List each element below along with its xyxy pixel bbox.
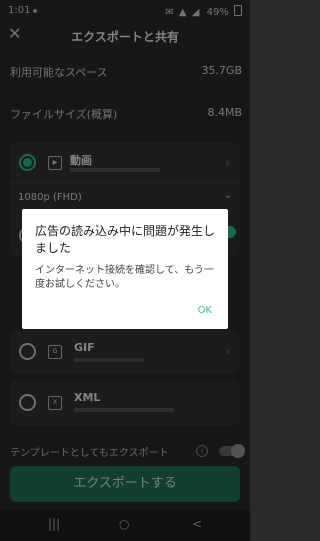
error-dialog: 広告の読み込み中に問題が発生しました インターネット接続を確認して、もう一度お試… [22,209,228,329]
dialog-message: インターネット接続を確認して、もう一度お試しください。 [35,265,214,290]
ok-button[interactable]: OK [198,305,212,316]
dialog-title: 広告の読み込み中に問題が発生しました [35,224,216,255]
